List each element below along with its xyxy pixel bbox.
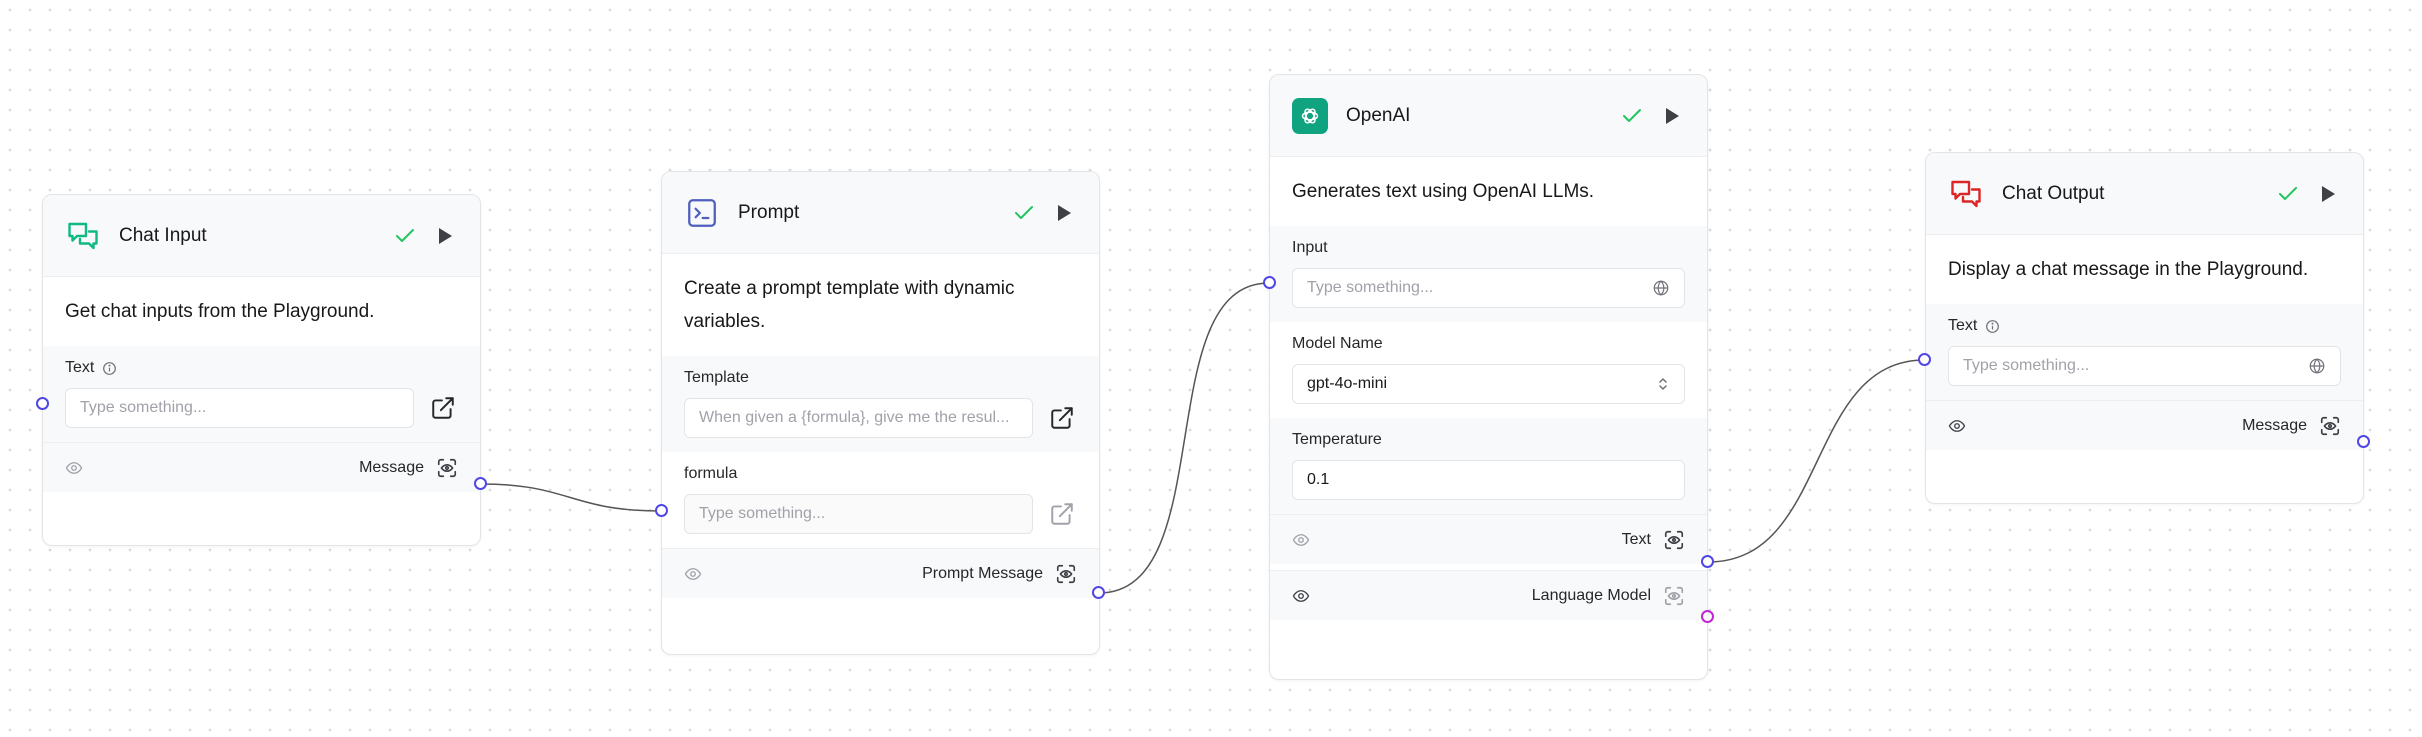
run-button[interactable]	[2315, 181, 2341, 207]
flow-canvas[interactable]: Chat Input Get chat inputs from the Play…	[0, 0, 2422, 737]
text-input[interactable]: Type something...	[65, 388, 414, 428]
chevron-up-down-icon	[1656, 376, 1670, 392]
output-row: Message	[43, 442, 480, 492]
openai-node[interactable]: OpenAI Generates text using OpenAI LLMs.…	[1269, 74, 1708, 680]
input-placeholder: Type something...	[1307, 279, 1434, 296]
output-label: Message	[359, 458, 424, 476]
openai-text-output-handle[interactable]	[1701, 555, 1714, 568]
chat-output-message-output-handle[interactable]	[2357, 435, 2370, 448]
inspect-output-icon[interactable]	[1663, 529, 1685, 551]
model-name-field: Model Name gpt-4o-mini	[1270, 322, 1707, 418]
globe-icon[interactable]	[1652, 279, 1670, 297]
output-label: Text	[1621, 530, 1651, 548]
node-description: Display a chat message in the Playground…	[1948, 259, 2309, 280]
node-header[interactable]: Chat Output	[1926, 153, 2363, 235]
field-label: Model Name	[1292, 335, 1383, 352]
input-placeholder: When given a {formula}, give me the resu…	[699, 409, 1010, 426]
field-label: Input	[1292, 239, 1328, 256]
eye-icon[interactable]	[1948, 417, 1966, 435]
formula-field: formula Type something...	[662, 452, 1099, 548]
inspect-output-icon[interactable]	[2319, 415, 2341, 437]
chat-output-text-input-handle[interactable]	[1918, 353, 1931, 366]
eye-icon[interactable]	[65, 459, 83, 477]
chat-input-input-handle[interactable]	[36, 397, 49, 410]
temperature-input[interactable]: 0.1	[1292, 460, 1685, 500]
chat-output-node[interactable]: Chat Output Display a chat message in th…	[1925, 152, 2364, 504]
terminal-icon	[684, 195, 720, 231]
chat-bubbles-icon	[65, 218, 101, 254]
eye-icon[interactable]	[1292, 587, 1310, 605]
edge-openai-to-chat-output	[1707, 359, 1926, 563]
input-text-field[interactable]: Type something...	[1292, 268, 1685, 308]
text-input[interactable]: Type something...	[1948, 346, 2341, 386]
node-header[interactable]: OpenAI	[1270, 75, 1707, 157]
input-value: 0.1	[1307, 471, 1330, 488]
run-button[interactable]	[1659, 103, 1685, 129]
eye-icon[interactable]	[684, 565, 702, 583]
template-input[interactable]: When given a {formula}, give me the resu…	[684, 398, 1033, 438]
globe-icon[interactable]	[2308, 357, 2326, 375]
node-title: Chat Output	[2002, 182, 2105, 204]
inspect-output-icon[interactable]	[436, 457, 458, 479]
node-header[interactable]: Chat Input	[43, 195, 480, 277]
chat-input-node[interactable]: Chat Input Get chat inputs from the Play…	[42, 194, 481, 546]
chat-bubbles-icon	[1948, 176, 1984, 212]
prompt-node[interactable]: Prompt Create a prompt template with dyn…	[661, 171, 1100, 655]
node-description: Generates text using OpenAI LLMs.	[1292, 181, 1595, 202]
field-label: Text	[1948, 317, 1978, 334]
openai-language-model-output-handle[interactable]	[1701, 610, 1714, 623]
run-button[interactable]	[432, 223, 458, 249]
external-link-icon[interactable]	[1047, 403, 1077, 433]
text-field: Text Type something...	[1926, 304, 2363, 400]
select-value: gpt-4o-mini	[1307, 375, 1388, 392]
field-label: formula	[684, 465, 738, 482]
inspect-output-icon[interactable]	[1055, 563, 1077, 585]
inspect-output-icon[interactable]	[1663, 585, 1685, 607]
model-name-select[interactable]: gpt-4o-mini	[1292, 364, 1685, 404]
output-row: Prompt Message	[662, 548, 1099, 598]
input-placeholder: Type something...	[699, 505, 826, 522]
prompt-formula-input-handle[interactable]	[655, 504, 668, 517]
node-description: Get chat inputs from the Playground.	[65, 301, 375, 322]
field-label: Temperature	[1292, 431, 1382, 448]
input-placeholder: Type something...	[1963, 357, 2090, 374]
check-icon	[2275, 181, 2301, 207]
external-link-icon[interactable]	[1047, 499, 1077, 529]
external-link-icon[interactable]	[428, 393, 458, 423]
eye-icon[interactable]	[1292, 531, 1310, 549]
output-row-text: Text	[1270, 514, 1707, 564]
edge-chat-input-to-prompt	[480, 483, 662, 512]
node-title: OpenAI	[1346, 104, 1411, 126]
prompt-message-output-handle[interactable]	[1092, 586, 1105, 599]
output-label: Prompt Message	[922, 564, 1043, 582]
output-row: Message	[1926, 400, 2363, 450]
chat-input-message-output-handle[interactable]	[474, 477, 487, 490]
edge-prompt-to-openai	[1098, 282, 1270, 594]
input-placeholder: Type something...	[80, 399, 207, 416]
field-label: Template	[684, 369, 749, 386]
node-description: Create a prompt template with dynamic va…	[684, 278, 1015, 332]
node-title: Prompt	[738, 201, 800, 223]
node-header[interactable]: Prompt	[662, 172, 1099, 254]
input-field: Input Type something...	[1270, 226, 1707, 322]
output-row-language-model: Language Model	[1270, 570, 1707, 620]
info-icon[interactable]	[102, 361, 117, 376]
check-icon	[1619, 103, 1645, 129]
temperature-field: Temperature 0.1	[1270, 418, 1707, 514]
check-icon	[392, 223, 418, 249]
text-field: Text Type something...	[43, 346, 480, 442]
openai-input-handle[interactable]	[1263, 276, 1276, 289]
formula-input[interactable]: Type something...	[684, 494, 1033, 534]
output-label: Language Model	[1531, 586, 1651, 604]
run-button[interactable]	[1051, 200, 1077, 226]
node-title: Chat Input	[119, 224, 207, 246]
output-label: Message	[2242, 416, 2307, 434]
template-field: Template When given a {formula}, give me…	[662, 356, 1099, 452]
field-label: Text	[65, 359, 95, 376]
openai-logo-icon	[1292, 97, 1328, 134]
check-icon	[1011, 200, 1037, 226]
info-icon[interactable]	[1985, 319, 2000, 334]
